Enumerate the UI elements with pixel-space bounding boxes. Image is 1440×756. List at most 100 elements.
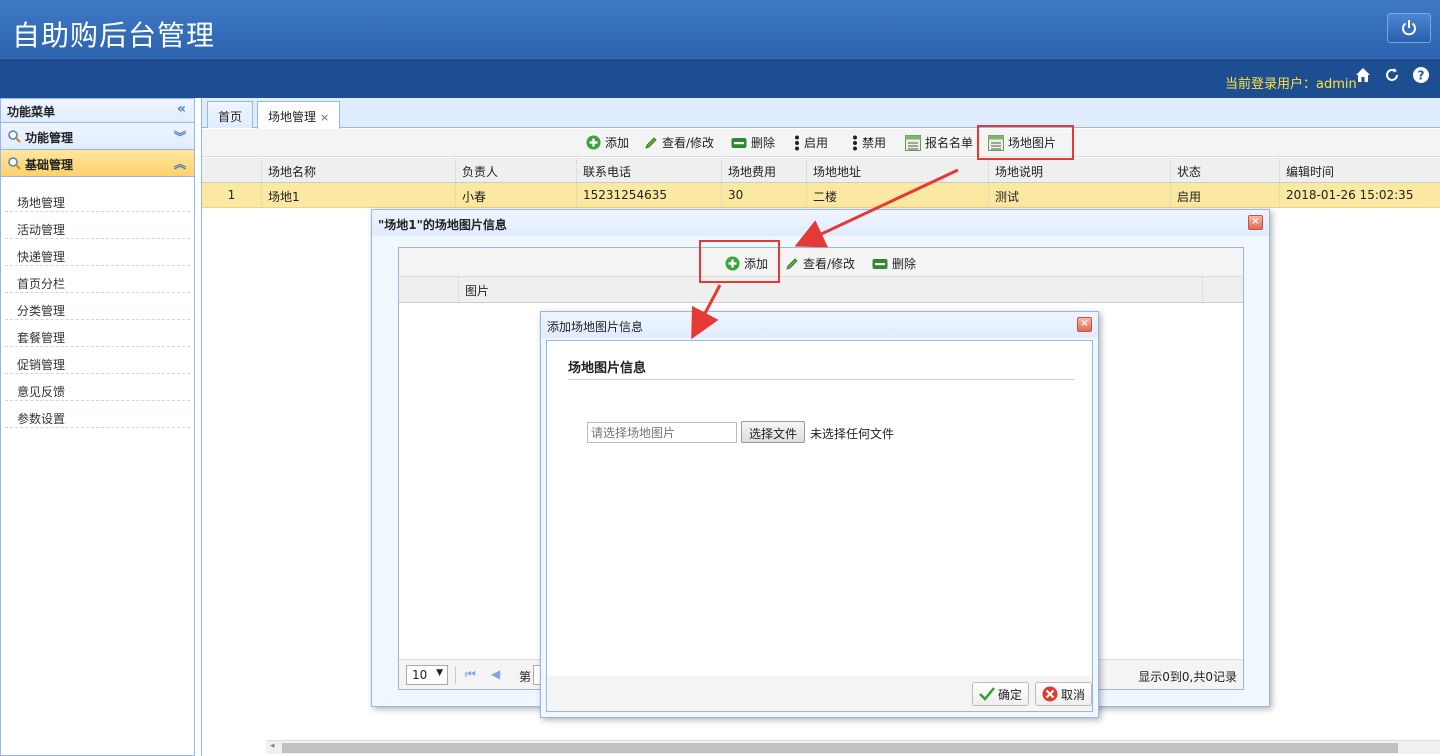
check-icon: [979, 687, 995, 701]
cancel-button[interactable]: 取消: [1035, 682, 1092, 706]
view-edit-button[interactable]: 查看/修改: [644, 134, 714, 151]
sidebar-item-site[interactable]: 场地管理: [5, 185, 190, 212]
delete-label: 删除: [892, 257, 917, 271]
accordion-basic-manage[interactable]: 基础管理 ︽: [1, 150, 194, 177]
delete-button[interactable]: 删除: [731, 134, 775, 151]
delete-label: 删除: [751, 136, 776, 150]
tab-label: 首页: [218, 110, 243, 124]
close-icon[interactable]: ×: [1077, 317, 1092, 332]
tab-label: 场地管理: [268, 110, 317, 124]
close-icon[interactable]: ×: [320, 111, 329, 124]
row-number-header: [399, 277, 459, 303]
scroll-left-icon[interactable]: ◂: [270, 741, 275, 751]
view-edit-image-button[interactable]: 查看/修改: [785, 255, 855, 272]
image-grid-header: 图片: [399, 277, 1243, 303]
prev-page-icon[interactable]: ◀: [491, 667, 500, 681]
search-icon: [8, 130, 21, 143]
power-icon: [1402, 20, 1416, 36]
sidebar-item-home-column[interactable]: 首页分栏: [5, 266, 190, 293]
image-file-input[interactable]: [587, 422, 737, 443]
sidebar-item-package[interactable]: 套餐管理: [5, 320, 190, 347]
data-grid: 场地名称 负责人 联系电话 场地费用 场地地址 场地说明 状态 编辑时间 1 场…: [202, 158, 1440, 208]
scrollbar-thumb[interactable]: [282, 743, 1398, 753]
logout-button[interactable]: [1387, 13, 1431, 43]
column-header[interactable]: 联系电话: [577, 158, 722, 183]
dialog-footer: 确定 取消: [546, 676, 1093, 712]
table-row[interactable]: 1 场地1 小春 15231254635 30 二楼 测试 启用 2018-01…: [202, 183, 1440, 208]
column-header[interactable]: 场地费用: [722, 158, 807, 183]
cell-time: 2018-01-26 15:02:35: [1280, 183, 1440, 208]
minus-icon: [872, 258, 888, 269]
disable-button[interactable]: 禁用: [852, 134, 886, 151]
sidebar-item-category[interactable]: 分类管理: [5, 293, 190, 320]
tab-bar: 首页 场地管理 ×: [202, 98, 1440, 129]
help-icon[interactable]: ?: [1412, 66, 1430, 84]
delete-image-button[interactable]: 删除: [872, 255, 916, 272]
view-edit-label: 查看/修改: [662, 136, 715, 150]
column-header[interactable]: 场地地址: [807, 158, 989, 183]
row-number-header: [202, 158, 262, 183]
collapse-left-icon[interactable]: «: [177, 101, 186, 117]
enable-button[interactable]: 启用: [794, 134, 828, 151]
cancel-icon: [1042, 686, 1058, 702]
svg-text:?: ?: [1418, 69, 1425, 83]
cell-name: 场地1: [262, 183, 456, 208]
close-icon[interactable]: ×: [1248, 215, 1263, 230]
enable-label: 启用: [804, 136, 829, 150]
chevron-down-icon[interactable]: ︾: [174, 128, 186, 145]
add-label: 添加: [605, 136, 630, 150]
sidebar-item-settings[interactable]: 参数设置: [5, 401, 190, 428]
cell-phone: 15231254635: [577, 183, 722, 208]
current-user-label: 当前登录用户：admin: [1225, 77, 1357, 92]
sidebar-title: 功能菜单: [7, 105, 56, 119]
cell-owner: 小春: [456, 183, 577, 208]
cell-desc: 测试: [989, 183, 1171, 208]
sidebar-header: 功能菜单 «: [1, 99, 194, 123]
pencil-icon: [786, 257, 798, 270]
section-divider: [568, 379, 1074, 380]
choose-file-button[interactable]: 选择文件: [741, 421, 806, 443]
dialog-form-body: 场地图片信息 选择文件 未选择任何文件: [546, 340, 1093, 677]
search-icon: [8, 157, 21, 170]
accordion-function-manage[interactable]: 功能管理 ︾: [1, 123, 194, 150]
image-grid-toolbar: 添加 查看/修改 删除: [399, 248, 1243, 277]
column-header[interactable]: 图片: [459, 277, 1203, 303]
sidebar-item-express[interactable]: 快递管理: [5, 239, 190, 266]
header-strip: [0, 58, 1440, 98]
page-size-select[interactable]: 10 ▼: [406, 665, 448, 685]
add-button[interactable]: 添加: [586, 134, 629, 151]
column-header[interactable]: 状态: [1171, 158, 1280, 183]
sidebar-item-feedback[interactable]: 意见反馈: [5, 374, 190, 401]
page-prefix: 第: [519, 670, 532, 684]
column-header[interactable]: 编辑时间: [1280, 158, 1440, 183]
grid-toolbar: 添加 查看/修改 删除 启用 禁用 报名名单 场地图片: [202, 129, 1440, 157]
cell-status: 启用: [1171, 183, 1280, 208]
highlight-box-site-image: [977, 125, 1074, 160]
dialog-title: "场地1"的场地图片信息: [378, 218, 507, 232]
home-icon[interactable]: [1354, 66, 1372, 84]
accordion-label: 功能管理: [25, 131, 74, 145]
refresh-icon[interactable]: [1383, 66, 1401, 84]
column-header[interactable]: 场地名称: [262, 158, 456, 183]
signup-list-button[interactable]: 报名名单: [905, 134, 973, 151]
column-header[interactable]: 场地说明: [989, 158, 1171, 183]
chevron-up-icon[interactable]: ︽: [174, 155, 186, 172]
tab-home[interactable]: 首页: [207, 101, 254, 128]
section-title: 场地图片信息: [568, 361, 647, 376]
vertical-dots-icon: [853, 135, 857, 150]
accordion-label: 基础管理: [25, 158, 74, 172]
horizontal-scrollbar[interactable]: ◂: [266, 740, 1440, 754]
add-icon: [586, 135, 601, 150]
menu-list: 场地管理 活动管理 快递管理 首页分栏 分类管理 套餐管理 促销管理 意见反馈 …: [1, 177, 194, 428]
disable-label: 禁用: [862, 136, 887, 150]
sidebar-item-activity[interactable]: 活动管理: [5, 212, 190, 239]
confirm-button[interactable]: 确定: [972, 682, 1030, 706]
no-file-label: 未选择任何文件: [810, 427, 895, 441]
column-header[interactable]: 负责人: [456, 158, 577, 183]
dialog-title-bar: "场地1"的场地图片信息 ×: [372, 210, 1269, 236]
dropdown-arrow-icon: ▼: [436, 668, 443, 678]
first-page-icon[interactable]: ⏮: [465, 667, 476, 682]
row-number: 1: [202, 183, 262, 208]
sidebar-item-promotion[interactable]: 促销管理: [5, 347, 190, 374]
tab-site-manage[interactable]: 场地管理 ×: [257, 101, 341, 129]
